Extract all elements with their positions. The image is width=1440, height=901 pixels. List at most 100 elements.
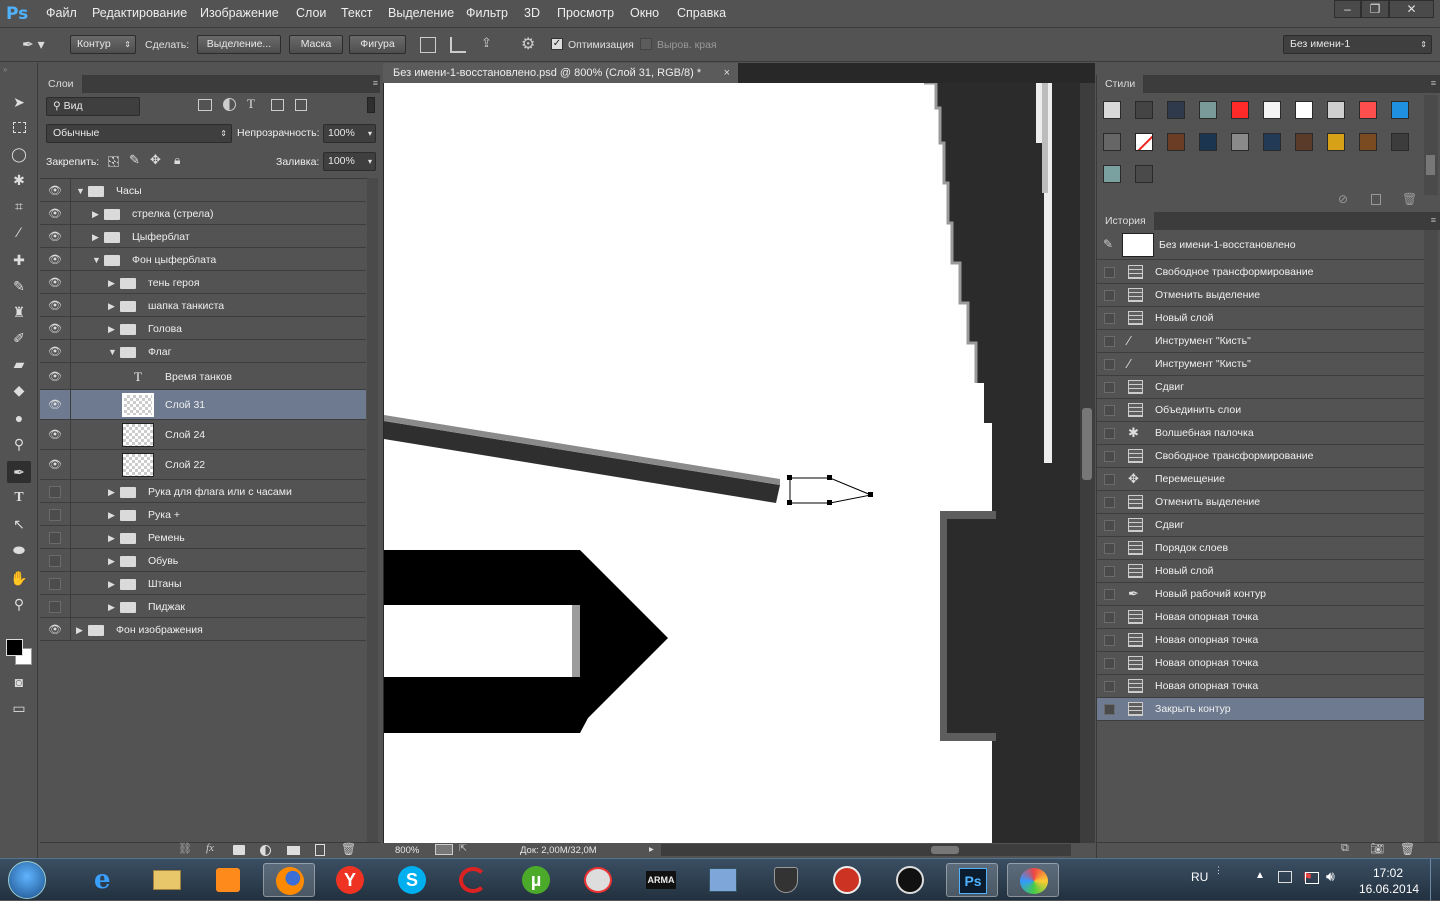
style-swatch[interactable] xyxy=(1263,133,1281,151)
history-item[interactable]: ✒ Новый рабочий контур xyxy=(1097,583,1424,606)
history-checkbox[interactable] xyxy=(1104,566,1115,577)
tab-layers[interactable]: Слои xyxy=(40,75,83,93)
layer-filter-select[interactable]: ⚲ Вид xyxy=(46,97,140,116)
expand-arrow-icon[interactable]: ▶ xyxy=(108,533,115,544)
history-checkbox[interactable] xyxy=(1104,313,1115,324)
layer-group-row[interactable]: ▶ Штаны xyxy=(40,572,366,595)
zoom-tool-icon[interactable]: ⚲ xyxy=(7,593,31,615)
close-document-icon[interactable]: × xyxy=(724,63,730,83)
world-of-tanks-icon[interactable] xyxy=(760,863,812,897)
history-checkbox[interactable] xyxy=(1104,451,1115,462)
style-swatch[interactable] xyxy=(1199,133,1217,151)
foreground-color-swatch[interactable] xyxy=(6,639,23,656)
gear-icon[interactable]: ⚙ xyxy=(521,34,539,54)
expand-arrow-icon[interactable]: ▶ xyxy=(92,232,99,243)
history-item[interactable]: ⁄ Инструмент "Кисть" xyxy=(1097,330,1424,353)
internet-explorer-icon[interactable]: e xyxy=(80,863,132,897)
expand-arrow-icon[interactable]: ▶ xyxy=(108,278,115,289)
photoshop-taskbar-icon[interactable]: Ps xyxy=(946,863,998,897)
safely-remove-icon[interactable] xyxy=(1278,871,1292,883)
visibility-toggle[interactable] xyxy=(49,486,61,498)
clone-stamp-tool-icon[interactable]: ♜ xyxy=(7,301,31,323)
history-item[interactable]: Отменить выделение xyxy=(1097,284,1424,307)
style-swatch[interactable] xyxy=(1359,133,1377,151)
eyedropper-tool-icon[interactable]: ⁄ xyxy=(7,221,31,243)
history-brush-tool-icon[interactable]: ✐ xyxy=(7,327,31,349)
layer-thumbnail[interactable] xyxy=(122,393,154,417)
style-swatch[interactable] xyxy=(1327,133,1345,151)
collapse-arrow-icon[interactable]: ▼ xyxy=(108,347,117,357)
new-style-icon[interactable] xyxy=(1371,194,1381,205)
visibility-eye-icon[interactable]: 👁︎ xyxy=(48,299,62,312)
history-item[interactable]: Новый слой xyxy=(1097,560,1424,583)
layer-group-row[interactable]: ▶ Рука + xyxy=(40,503,366,526)
pen-tool-preset-icon[interactable]: ✒ ▾ xyxy=(22,36,56,54)
filter-type-icon[interactable]: T xyxy=(247,96,255,112)
history-scrollbar[interactable] xyxy=(1424,230,1438,842)
layer-thumbnail[interactable] xyxy=(122,423,154,447)
menu-item-3[interactable]: Слои xyxy=(296,6,326,20)
style-swatch[interactable] xyxy=(1135,165,1153,183)
path-operations-icon[interactable] xyxy=(420,37,436,53)
history-checkbox[interactable] xyxy=(1104,336,1115,347)
layer-group-row[interactable]: 👁︎ ▶ шапка танкиста xyxy=(40,294,366,317)
crop-tool-icon[interactable]: ⌗ xyxy=(7,195,31,217)
clock-date[interactable]: 16.06.2014 xyxy=(1359,882,1419,896)
control-panel-icon[interactable] xyxy=(697,863,749,897)
lock-position-icon[interactable]: ✥ xyxy=(150,152,161,168)
clock-time[interactable]: 17:02 xyxy=(1373,866,1403,880)
new-group-icon[interactable] xyxy=(287,846,300,855)
lock-pixels-icon[interactable]: ✎ xyxy=(129,152,140,168)
visibility-eye-icon[interactable]: 👁︎ xyxy=(48,370,62,383)
menu-item-10[interactable]: Справка xyxy=(677,6,726,20)
vertical-scroll-thumb[interactable] xyxy=(1082,408,1092,480)
delete-layer-icon[interactable]: 🗑︎ xyxy=(341,842,356,856)
lasso-tool-icon[interactable]: ◯ xyxy=(7,143,31,165)
menu-item-0[interactable]: Файл xyxy=(46,6,77,20)
styles-scroll-thumb[interactable] xyxy=(1426,155,1435,175)
style-swatch[interactable] xyxy=(1103,101,1121,119)
layer-group-row[interactable]: ▶ Обувь xyxy=(40,549,366,572)
menu-item-6[interactable]: Фильтр xyxy=(466,6,508,20)
arma-game-icon[interactable]: ARMA xyxy=(634,863,686,897)
menu-item-5[interactable]: Выделение xyxy=(388,6,454,20)
expand-arrow-icon[interactable]: ▶ xyxy=(108,556,115,567)
expand-arrow-icon[interactable]: ▶ xyxy=(108,301,115,312)
paint-bucket-tool-icon[interactable]: ◆ xyxy=(7,379,31,401)
layer-group-row[interactable]: 👁︎ ▶ Голова xyxy=(40,317,366,340)
tray-expand-icon[interactable]: ▲ xyxy=(1255,870,1265,881)
make-selection-button[interactable]: Выделение... xyxy=(197,35,281,54)
layer-group-row[interactable]: 👁︎ ▶ стрелка (стрела) xyxy=(40,202,366,225)
style-swatch[interactable] xyxy=(1199,101,1217,119)
style-swatch[interactable] xyxy=(1391,133,1409,151)
no-style-swatch[interactable] xyxy=(1135,133,1153,151)
menu-item-7[interactable]: 3D xyxy=(524,6,540,20)
visibility-eye-icon[interactable]: 👁︎ xyxy=(48,207,62,220)
layer-row[interactable]: 👁︎ Слой 22 xyxy=(40,450,366,480)
healing-brush-tool-icon[interactable]: ✚ xyxy=(7,249,31,271)
red-app-icon[interactable] xyxy=(821,863,873,897)
style-swatch[interactable] xyxy=(1295,101,1313,119)
visibility-eye-icon[interactable]: 👁︎ xyxy=(48,345,62,358)
start-button-icon[interactable] xyxy=(8,861,46,899)
make-shape-button[interactable]: Фигура xyxy=(349,35,406,54)
expand-arrow-icon[interactable]: ▶ xyxy=(108,324,115,335)
skype-icon[interactable]: S xyxy=(386,863,438,897)
history-checkbox[interactable] xyxy=(1104,658,1115,669)
history-item[interactable]: ✱ Волшебная палочка xyxy=(1097,422,1424,445)
history-item[interactable]: Новая опорная точка xyxy=(1097,629,1424,652)
tab-styles[interactable]: Стили xyxy=(1097,75,1145,93)
style-swatch[interactable] xyxy=(1295,133,1313,151)
style-swatch[interactable] xyxy=(1231,101,1249,119)
horizontal-scroll-thumb[interactable] xyxy=(931,846,959,854)
fill-input[interactable]: 100% ▾ xyxy=(323,152,376,171)
filter-toggle[interactable] xyxy=(367,97,375,113)
visibility-toggle[interactable] xyxy=(49,578,61,590)
close-window-button[interactable]: ✕ xyxy=(1389,0,1434,18)
new-document-from-state-icon[interactable]: ⧉ xyxy=(1341,842,1349,855)
filter-smart-object-icon[interactable] xyxy=(295,99,307,111)
style-swatch[interactable] xyxy=(1167,133,1185,151)
document-tab[interactable]: Без имени-1-восстановлено.psd @ 800% (Сл… xyxy=(383,63,738,83)
collapse-arrow-icon[interactable]: ▼ xyxy=(76,186,85,196)
network-app-icon[interactable] xyxy=(572,863,624,897)
